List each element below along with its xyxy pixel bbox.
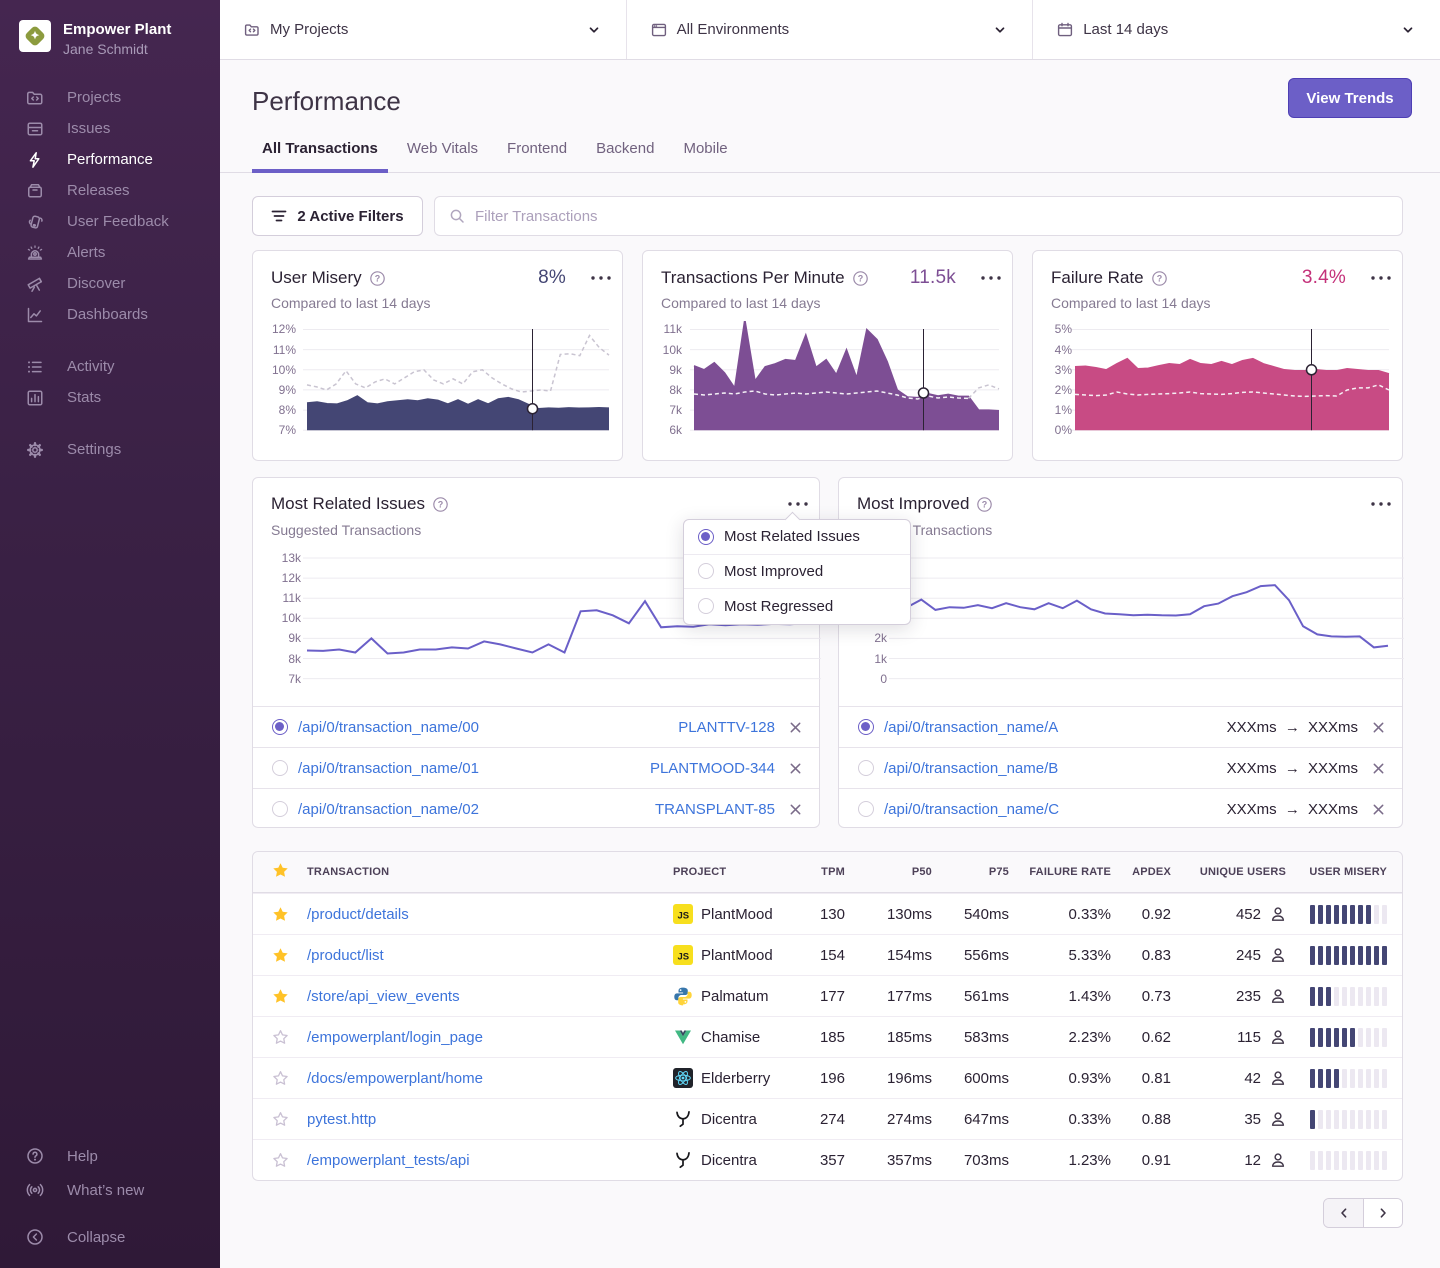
- svg-text:?: ?: [1156, 273, 1162, 283]
- svg-text:JS: JS: [677, 911, 689, 922]
- svg-text:10%: 10%: [272, 363, 296, 377]
- svg-text:7k: 7k: [288, 672, 302, 686]
- svg-text:2%: 2%: [1055, 383, 1073, 397]
- svg-text:?: ?: [438, 499, 444, 509]
- svg-text:8k: 8k: [669, 383, 683, 397]
- svg-text:2k: 2k: [874, 631, 888, 645]
- svg-text:?: ?: [374, 273, 380, 283]
- svg-text:8k: 8k: [288, 652, 302, 666]
- svg-text:7k: 7k: [669, 403, 683, 417]
- svg-text:0: 0: [880, 672, 887, 686]
- svg-text:9k: 9k: [288, 631, 302, 645]
- svg-text:10k: 10k: [282, 611, 302, 625]
- svg-text:1k: 1k: [874, 652, 888, 666]
- svg-text:6k: 6k: [669, 423, 683, 437]
- svg-text:7%: 7%: [279, 423, 297, 437]
- svg-text:5%: 5%: [1055, 322, 1073, 336]
- svg-text:12k: 12k: [282, 571, 302, 585]
- svg-text:8%: 8%: [279, 403, 297, 417]
- svg-text:12%: 12%: [272, 322, 296, 336]
- svg-text:1%: 1%: [1055, 403, 1073, 417]
- svg-text:11k: 11k: [664, 322, 683, 336]
- svg-text:?: ?: [982, 499, 988, 509]
- svg-text:4%: 4%: [1055, 343, 1073, 357]
- svg-text:9%: 9%: [279, 383, 297, 397]
- svg-text:11k: 11k: [283, 591, 302, 605]
- svg-text:JS: JS: [677, 952, 689, 963]
- svg-text:0%: 0%: [1055, 423, 1073, 437]
- svg-text:9k: 9k: [669, 363, 683, 377]
- svg-text:3%: 3%: [1055, 363, 1073, 377]
- svg-text:10k: 10k: [663, 343, 683, 357]
- svg-text:13k: 13k: [282, 551, 302, 565]
- svg-text:?: ?: [857, 273, 863, 283]
- svg-text:11%: 11%: [273, 343, 296, 357]
